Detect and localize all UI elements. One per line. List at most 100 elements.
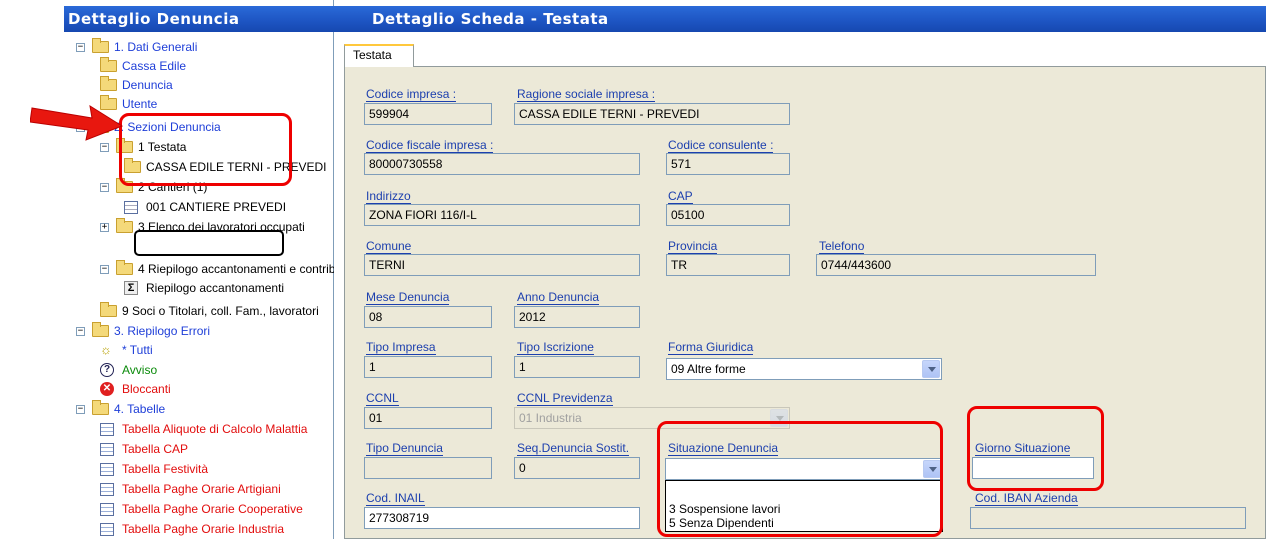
- dropdown-option[interactable]: 5 Senza Dipendenti: [669, 516, 774, 530]
- ragione-sociale-label: Ragione sociale impresa :: [517, 87, 656, 102]
- seq-denuncia-field[interactable]: 0: [514, 457, 640, 479]
- chevron-down-icon[interactable]: [922, 360, 940, 378]
- collapse-icon[interactable]: −: [100, 265, 109, 274]
- tree-item[interactable]: − 4. Tabelle: [76, 400, 334, 419]
- folder-icon: [116, 218, 133, 233]
- tree-item[interactable]: − 1. Dati Generali: [76, 38, 334, 57]
- ragione-sociale-field[interactable]: CASSA EDILE TERNI - PREVEDI: [514, 103, 790, 125]
- situazione-denuncia-label: Situazione Denuncia: [668, 441, 779, 456]
- chevron-down-icon[interactable]: [923, 460, 941, 478]
- codice-consulente-label: Codice consulente :: [668, 138, 774, 153]
- chevron-down-icon: [770, 409, 788, 427]
- situazione-dropdown-list: 3 Sospensione lavori 5 Senza Dipendenti: [665, 480, 943, 532]
- tree-item[interactable]: − 4 Riepilogo accantonamenti e contributi: [100, 260, 334, 279]
- tree-item-label: Cassa Edile: [122, 59, 187, 73]
- tree-item-label: 9 Soci o Titolari, coll. Fam., lavorator…: [122, 304, 319, 318]
- tree-item-label: 1 Testata: [138, 140, 187, 154]
- folder-icon: [116, 178, 133, 193]
- tipo-iscrizione-field[interactable]: 1: [514, 356, 640, 378]
- collapse-icon[interactable]: −: [76, 405, 85, 414]
- tree-item-label: Tabella Festività: [122, 462, 209, 476]
- giorno-situazione-field[interactable]: [972, 457, 1094, 479]
- tipo-impresa-field[interactable]: 1: [364, 356, 492, 378]
- situazione-denuncia-select[interactable]: [665, 458, 943, 480]
- provincia-field[interactable]: TR: [666, 254, 790, 276]
- tipo-denuncia-label: Tipo Denuncia: [366, 441, 443, 456]
- indirizzo-field[interactable]: ZONA FIORI 116/I-L: [364, 204, 640, 226]
- collapse-icon[interactable]: −: [100, 183, 109, 192]
- mese-denuncia-field[interactable]: 08: [364, 306, 492, 328]
- tree-item[interactable]: Tabella Paghe Orarie Artigiani: [100, 480, 334, 499]
- indirizzo-label: Indirizzo: [366, 189, 411, 204]
- page-icon: [124, 201, 138, 214]
- cod-inail-field[interactable]: 277308719: [364, 507, 640, 529]
- tree-item[interactable]: Σ Riepilogo accantonamenti: [124, 279, 334, 298]
- tree-item-label: Riepilogo accantonamenti: [146, 281, 285, 295]
- codice-impresa-field[interactable]: 599904: [364, 103, 492, 125]
- blank-callout: [134, 230, 284, 256]
- codice-fiscale-field[interactable]: 80000730558: [364, 153, 640, 175]
- folder-icon: [100, 76, 117, 91]
- telefono-field[interactable]: 0744/443600: [816, 254, 1096, 276]
- tree-item[interactable]: Tabella Festività: [100, 460, 334, 479]
- right-panel-title: Dettaglio Scheda - Testata: [334, 6, 1266, 32]
- codice-consulente-field[interactable]: 571: [666, 153, 790, 175]
- left-panel: Dettaglio Denuncia −1. Dati Generali Cass…: [64, 0, 334, 539]
- dropdown-option[interactable]: 3 Sospensione lavori: [669, 502, 780, 516]
- tipo-denuncia-field[interactable]: [364, 457, 492, 479]
- folder-icon: [100, 302, 117, 317]
- codice-fiscale-label: Codice fiscale impresa :: [366, 138, 494, 153]
- tree-item[interactable]: Denuncia: [100, 76, 334, 95]
- expand-icon[interactable]: +: [100, 223, 109, 232]
- ccnl-field[interactable]: 01: [364, 407, 492, 429]
- tree-item[interactable]: −1 Testata: [100, 138, 334, 157]
- ccnl-label: CCNL: [366, 391, 399, 406]
- collapse-icon[interactable]: −: [76, 43, 85, 52]
- tree-item[interactable]: 9 Soci o Titolari, coll. Fam., lavorator…: [100, 302, 334, 321]
- tab-testata[interactable]: Testata: [344, 44, 414, 67]
- folder-icon: [124, 158, 141, 173]
- codice-impresa-label: Codice impresa :: [366, 87, 457, 102]
- tree-item[interactable]: − 2 Cantieri (1): [100, 178, 334, 197]
- lightbulb-icon: ☼: [100, 342, 112, 357]
- tree-item[interactable]: 001 CANTIERE PREVEDI: [124, 198, 334, 217]
- collapse-icon[interactable]: −: [76, 327, 85, 336]
- tree-item-label: CASSA EDILE TERNI - PREVEDI: [146, 160, 327, 174]
- comune-field[interactable]: TERNI: [364, 254, 640, 276]
- error-icon: ✕: [100, 382, 114, 396]
- cod-inail-label: Cod. INAIL: [366, 491, 425, 506]
- cap-field[interactable]: 05100: [666, 204, 790, 226]
- table-icon: [100, 483, 114, 496]
- tree-item[interactable]: − 3. Riepilogo Errori: [76, 322, 334, 341]
- forma-giuridica-value: 09 Altre forme: [671, 362, 746, 376]
- anno-denuncia-field[interactable]: 2012: [514, 306, 640, 328]
- tree-item-label: 001 CANTIERE PREVEDI: [146, 200, 287, 214]
- tipo-iscrizione-label: Tipo Iscrizione: [517, 340, 594, 355]
- tree-item[interactable]: Tabella Paghe Orarie Cooperative: [100, 500, 334, 519]
- ccnl-previdenza-select[interactable]: 01 Industria: [514, 407, 790, 429]
- tree-item-label: Tabella Aliquote di Calcolo Malattia: [122, 422, 308, 436]
- telefono-label: Telefono: [819, 239, 865, 254]
- tree-item-label: Bloccanti: [122, 382, 171, 396]
- tree-item[interactable]: ? Avviso: [100, 361, 334, 380]
- tree-item[interactable]: ☼ * Tutti: [100, 341, 334, 360]
- comune-label: Comune: [366, 239, 412, 254]
- tree-item[interactable]: ✕ Bloccanti: [100, 380, 334, 399]
- cod-iban-field[interactable]: [970, 507, 1246, 529]
- cod-iban-label: Cod. IBAN Azienda: [975, 491, 1078, 506]
- folder-icon: [92, 400, 109, 415]
- tree-item[interactable]: Utente: [100, 95, 334, 114]
- tree-item[interactable]: Tabella Paghe Orarie Industria: [100, 520, 334, 539]
- seq-denuncia-label: Seq.Denuncia Sostit.: [517, 441, 630, 456]
- tree-item[interactable]: CASSA EDILE TERNI - PREVEDI: [124, 158, 334, 177]
- tree-item[interactable]: Tabella CAP: [100, 440, 334, 459]
- mese-denuncia-label: Mese Denuncia: [366, 290, 450, 305]
- table-icon: [100, 463, 114, 476]
- tree-item-label: 1. Dati Generali: [114, 40, 198, 54]
- tree-item-label: 2 Cantieri (1): [138, 180, 208, 194]
- tree-item[interactable]: Tabella Aliquote di Calcolo Malattia: [100, 420, 334, 439]
- table-icon: [100, 443, 114, 456]
- forma-giuridica-select[interactable]: 09 Altre forme: [666, 358, 942, 380]
- question-icon: ?: [100, 363, 114, 377]
- tree-item[interactable]: Cassa Edile: [100, 57, 334, 76]
